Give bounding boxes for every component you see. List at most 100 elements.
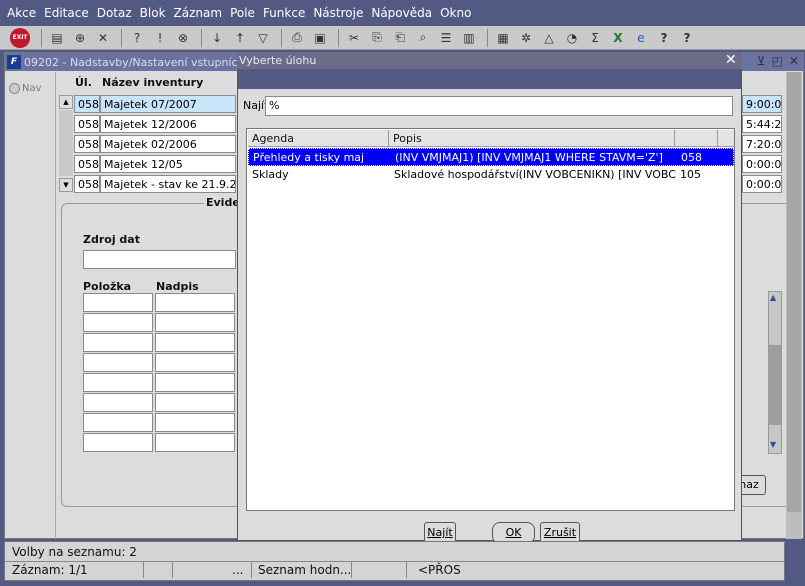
exit-button[interactable]: EXIT	[10, 27, 30, 48]
delete-record-icon[interactable]: ✕	[93, 29, 113, 47]
item-agenda: Přehledy a tisky maj	[253, 151, 365, 164]
list-item[interactable]: Přehledy a tisky maj (INV VMJMAJ1) [INV …	[248, 148, 734, 166]
restore-icon[interactable]: ◰	[772, 54, 783, 70]
status-divider	[5, 561, 784, 562]
row-name[interactable]: Majetek 07/2007	[100, 95, 236, 113]
nadpis-field[interactable]	[155, 313, 235, 332]
menu-akce[interactable]: Akce	[0, 6, 41, 20]
nadpis-field[interactable]	[155, 413, 235, 432]
copy-icon[interactable]: ⎘	[367, 29, 387, 47]
toolbar: EXIT ▤ ⊕ ✕ ? ! ⊗ ↓ ↑ ▽ ⎙ ▣ ✂ ⎘ ⎗ ⌕ ☰ ▥ ▦…	[0, 26, 805, 50]
menu-blok[interactable]: Blok	[137, 6, 171, 20]
nadpis-field[interactable]	[155, 433, 235, 452]
fields-scroll-thumb[interactable]	[769, 345, 781, 425]
fields-scroll-down-icon[interactable]: ▼	[770, 440, 776, 449]
execute-query-icon[interactable]: !	[150, 29, 170, 47]
close-icon[interactable]: ✕	[789, 54, 799, 70]
nadpis-field[interactable]	[155, 373, 235, 392]
nadpis-field[interactable]	[155, 293, 235, 312]
sum-icon[interactable]: Σ	[585, 29, 605, 47]
menu-okno[interactable]: Okno	[437, 6, 476, 20]
context-help-icon[interactable]: ?	[677, 29, 697, 47]
row-time[interactable]: 0:00:00	[742, 175, 782, 193]
help-icon[interactable]: ?	[654, 29, 674, 47]
dialog-titlebar: Vyberte úlohu	[237, 52, 742, 69]
minimize-icon[interactable]: ⊻	[757, 54, 766, 70]
toolbar-separator	[41, 28, 42, 47]
nadpis-field[interactable]	[155, 333, 235, 352]
print-icon[interactable]: ⎙	[287, 29, 307, 47]
menu-nastroje[interactable]: Nástroje	[310, 6, 368, 20]
print-preview-icon[interactable]: ▣	[310, 29, 330, 47]
filter-icon[interactable]: ▽	[253, 29, 273, 47]
settings-icon[interactable]: ✲	[516, 29, 536, 47]
row-time[interactable]: 0:00:00	[742, 155, 782, 173]
polozka-field[interactable]	[83, 433, 153, 452]
clock-icon[interactable]: ◔	[562, 29, 582, 47]
row-name[interactable]: Majetek 12/2006	[100, 115, 236, 133]
nav-pane	[5, 72, 56, 539]
sort-asc-icon[interactable]: ↓	[207, 29, 227, 47]
nav-radio[interactable]: Nav	[9, 83, 42, 94]
fields-scroll-up-icon[interactable]: ▲	[770, 293, 776, 302]
sort-desc-icon[interactable]: ↑	[230, 29, 250, 47]
col-agenda-header[interactable]: Agenda	[248, 130, 389, 147]
polozka-field[interactable]	[83, 393, 153, 412]
row-time[interactable]: 9:00:00	[742, 95, 782, 113]
insert-record-icon[interactable]: ▤	[47, 29, 67, 47]
cut-icon[interactable]: ✂	[344, 29, 364, 47]
paste-icon[interactable]: ⎗	[390, 29, 410, 47]
menu-funkce[interactable]: Funkce	[260, 6, 310, 20]
row-name[interactable]: Majetek 02/2006	[100, 135, 236, 153]
calendar-icon[interactable]: ▦	[493, 29, 513, 47]
col-code-header[interactable]	[675, 130, 718, 147]
row-time[interactable]: 5:44:22	[742, 115, 782, 133]
query-icon[interactable]: ?	[127, 29, 147, 47]
internet-icon[interactable]: e	[631, 29, 651, 47]
row-ul[interactable]: 058	[74, 115, 100, 133]
menu-napoveda[interactable]: Nápověda	[368, 6, 437, 20]
menu-editace[interactable]: Editace	[41, 6, 94, 20]
excel-icon[interactable]: X	[608, 29, 628, 47]
menu-pole[interactable]: Pole	[227, 6, 260, 20]
row-name[interactable]: Majetek 12/05	[100, 155, 236, 173]
dialog-close-icon[interactable]: ✕	[725, 52, 739, 68]
rows-scroll-track[interactable]	[59, 110, 73, 176]
new-record-icon[interactable]: ⊕	[70, 29, 90, 47]
form-scroll-thumb[interactable]	[787, 72, 801, 512]
search-icon[interactable]: ⌕	[413, 29, 433, 47]
row-ul[interactable]: 058	[74, 155, 100, 173]
menu-dotaz[interactable]: Dotaz	[94, 6, 137, 20]
window-controls: ⊻ ◰ ✕	[741, 54, 803, 70]
rows-scroll-down-button[interactable]: ▼	[59, 178, 73, 192]
row-name[interactable]: Majetek - stav ke 21.9.2005	[100, 175, 236, 193]
zdroj-dat-field[interactable]	[83, 250, 236, 269]
item-code: 058	[681, 151, 702, 164]
list-icon[interactable]: ☰	[436, 29, 456, 47]
rows-scroll-up-button[interactable]: ▲	[59, 95, 73, 109]
menu-zaznam[interactable]: Záznam	[171, 6, 228, 20]
row-ul[interactable]: 058	[74, 135, 100, 153]
col-filler-header	[718, 130, 734, 147]
status-message: Volby na seznamu: 2	[12, 545, 137, 559]
nadpis-field[interactable]	[155, 393, 235, 412]
cancel-query-icon[interactable]: ⊗	[173, 29, 193, 47]
row-ul[interactable]: 058	[74, 95, 100, 113]
polozka-field[interactable]	[83, 353, 153, 372]
polozka-field[interactable]	[83, 333, 153, 352]
form-window-title: 09202 - Nadstavby/Nastavení vstupníc	[24, 55, 238, 69]
col-popis-header[interactable]: Popis	[389, 130, 675, 147]
polozka-field[interactable]	[83, 413, 153, 432]
list-item[interactable]: Sklady Skladové hospodářství(INV VOBCENI…	[248, 166, 734, 184]
polozka-field[interactable]	[83, 313, 153, 332]
row-ul[interactable]: 058	[74, 175, 100, 193]
find-input[interactable]: %	[265, 96, 733, 116]
columns-icon[interactable]: ▥	[459, 29, 479, 47]
row-time[interactable]: 7:20:02	[742, 135, 782, 153]
item-agenda: Sklady	[252, 168, 289, 181]
triangle-icon[interactable]: △	[539, 29, 559, 47]
nadpis-field[interactable]	[155, 353, 235, 372]
polozka-field[interactable]	[83, 293, 153, 312]
polozka-label: Položka	[83, 280, 132, 293]
polozka-field[interactable]	[83, 373, 153, 392]
